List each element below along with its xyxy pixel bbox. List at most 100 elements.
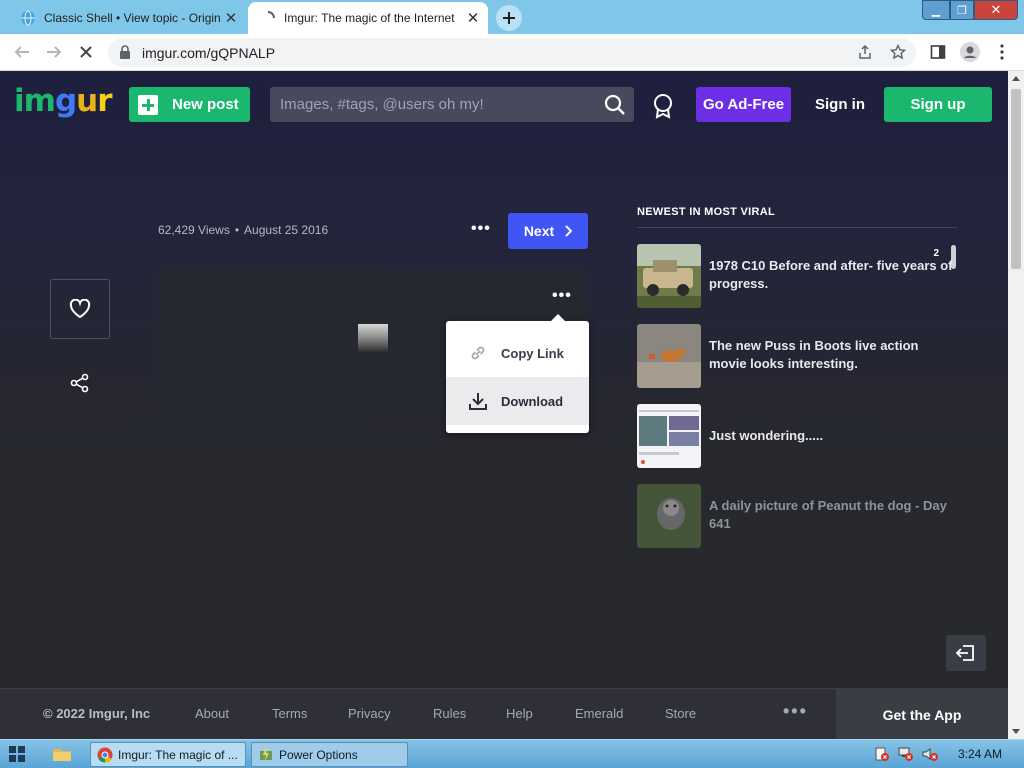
heart-icon — [69, 299, 91, 319]
sign-out-icon — [955, 645, 974, 661]
next-label: Next — [523, 223, 555, 239]
scroll-down-arrow[interactable] — [1012, 729, 1020, 734]
address-bar[interactable]: imgur.com/gQPNALP — [108, 38, 916, 67]
windows-start-icon[interactable] — [8, 745, 26, 763]
viral-post-item[interactable]: Just wondering..... — [637, 404, 947, 468]
taskbar-power-options-window[interactable]: Power Options — [251, 742, 408, 767]
post-views: 62,429 Views — [158, 223, 230, 237]
action-center-icon[interactable] — [874, 746, 890, 762]
browser-tabstrip: Classic Shell • View topic - Origin ✕ Im… — [0, 0, 1024, 34]
emerald-medal-icon[interactable] — [652, 93, 674, 119]
page-scrollbar[interactable] — [1008, 71, 1024, 739]
footer-link-about[interactable]: About — [195, 706, 229, 721]
close-tab-icon[interactable]: ✕ — [462, 9, 484, 27]
post-date: August 25 2016 — [244, 223, 329, 237]
close-icon — [80, 46, 92, 58]
viral-post-item[interactable]: 2 1978 C10 Before and after- five years … — [637, 244, 953, 308]
arrow-right-icon — [47, 46, 62, 58]
plus-icon — [503, 12, 515, 24]
viral-post-thumbnail — [637, 244, 701, 308]
go-ad-free-button[interactable]: Go Ad-Free — [696, 87, 791, 122]
taskbar-clock[interactable]: 3:24 AM — [958, 747, 1002, 761]
viral-post-title: Just wondering..... — [709, 428, 824, 443]
network-icon[interactable] — [898, 746, 914, 762]
loading-icon — [267, 11, 275, 19]
sidebar-heading: NEWEST IN MOST VIRAL — [637, 206, 775, 218]
bookmark-star-icon[interactable] — [890, 44, 906, 60]
media-options-menu: Copy Link Download — [446, 314, 589, 433]
close-window-button[interactable]: ✕ — [974, 0, 1018, 20]
download-icon — [469, 393, 487, 410]
viral-post-item[interactable]: A daily picture of Peanut the dog - Day … — [637, 484, 947, 548]
cat-photo — [637, 324, 701, 388]
logo-letter: m — [23, 83, 56, 119]
more-vertical-icon[interactable] — [996, 43, 1008, 61]
side-panel-icon[interactable] — [930, 44, 946, 60]
viral-post-thumbnail — [637, 484, 701, 548]
close-tab-icon[interactable]: ✕ — [220, 9, 242, 27]
chevron-right-icon — [565, 225, 573, 237]
taskbar-chrome-window[interactable]: Imgur: The magic of ... — [90, 742, 246, 767]
new-tab-button[interactable] — [496, 5, 522, 31]
get-the-app-button[interactable]: Get the App — [836, 689, 1008, 739]
post-meta: 62,429 Views • August 25 2016 — [158, 223, 328, 237]
viral-post-thumbnail — [637, 404, 701, 468]
next-post-button[interactable]: Next — [508, 213, 588, 249]
sign-in-link[interactable]: Sign in — [815, 96, 865, 113]
file-explorer-icon[interactable] — [52, 744, 72, 764]
windows-taskbar: Imgur: The magic of ... Power Options 3:… — [0, 739, 1024, 768]
tab-imgur[interactable]: Imgur: The magic of the Internet ✕ — [248, 2, 488, 34]
share-icon[interactable] — [857, 44, 873, 60]
maximize-button[interactable]: ❐ — [950, 0, 974, 20]
footer-link-privacy[interactable]: Privacy — [348, 706, 391, 721]
logo-letter: i — [14, 83, 25, 119]
search-input[interactable] — [270, 87, 590, 122]
profile-avatar-icon[interactable] — [960, 42, 980, 62]
scroll-up-arrow[interactable] — [1012, 76, 1020, 81]
tab-classic-shell[interactable]: Classic Shell • View topic - Origin ✕ — [8, 2, 246, 34]
viral-post-item[interactable]: The new Puss in Boots live action movie … — [637, 324, 947, 388]
media-options-button[interactable]: ••• — [552, 287, 572, 305]
page-footer: © 2022 Imgur, Inc About Terms Privacy Ru… — [0, 688, 1008, 739]
lock-icon — [120, 45, 130, 59]
sign-up-button[interactable]: Sign up — [884, 87, 992, 122]
download-menu-item[interactable]: Download — [446, 377, 589, 425]
stop-button[interactable] — [74, 40, 98, 64]
search-box — [270, 87, 634, 122]
logo-letter: u — [76, 83, 98, 119]
share-nodes-icon[interactable] — [70, 373, 90, 393]
new-post-button[interactable]: New post — [129, 87, 250, 122]
volume-muted-icon[interactable] — [922, 746, 938, 762]
forward-button[interactable] — [42, 40, 66, 64]
footer-link-terms[interactable]: Terms — [272, 706, 307, 721]
tab-title: Classic Shell • View topic - Origin — [44, 11, 220, 25]
footer-link-emerald[interactable]: Emerald — [575, 706, 623, 721]
footer-more-button[interactable]: ••• — [783, 701, 808, 722]
logo-letter: g — [54, 83, 77, 119]
globe-icon — [21, 10, 35, 26]
dog-photo — [637, 484, 701, 548]
imgur-logo[interactable]: imgur — [14, 83, 113, 119]
url-text: imgur.com/gQPNALP — [142, 45, 276, 61]
link-icon — [471, 346, 485, 360]
copy-link-label: Copy Link — [501, 345, 564, 361]
media-loading-image — [358, 324, 388, 352]
taskbar-task-label: Power Options — [279, 747, 358, 762]
scrollbar-thumb[interactable] — [1011, 89, 1021, 269]
browser-toolbar: imgur.com/gQPNALP — [0, 34, 1024, 71]
favorite-button[interactable] — [50, 279, 110, 339]
power-options-icon — [260, 748, 272, 761]
post-options-button[interactable]: ••• — [471, 220, 491, 238]
footer-link-rules[interactable]: Rules — [433, 706, 466, 721]
footer-link-store[interactable]: Store — [665, 706, 696, 721]
copy-link-menu-item[interactable]: Copy Link — [446, 329, 589, 377]
minimize-button[interactable]: ▁ — [922, 0, 950, 20]
exit-button[interactable] — [946, 635, 986, 671]
copyright-text: © 2022 Imgur, Inc — [43, 706, 151, 721]
footer-link-help[interactable]: Help — [506, 706, 533, 721]
search-icon[interactable] — [604, 94, 626, 116]
plus-icon — [138, 94, 158, 115]
viral-post-title: The new Puss in Boots live action movie … — [709, 338, 919, 371]
back-button[interactable] — [10, 40, 34, 64]
imgur-page: imgur New post Go Ad-Free Sign in Sign u… — [0, 71, 1008, 739]
